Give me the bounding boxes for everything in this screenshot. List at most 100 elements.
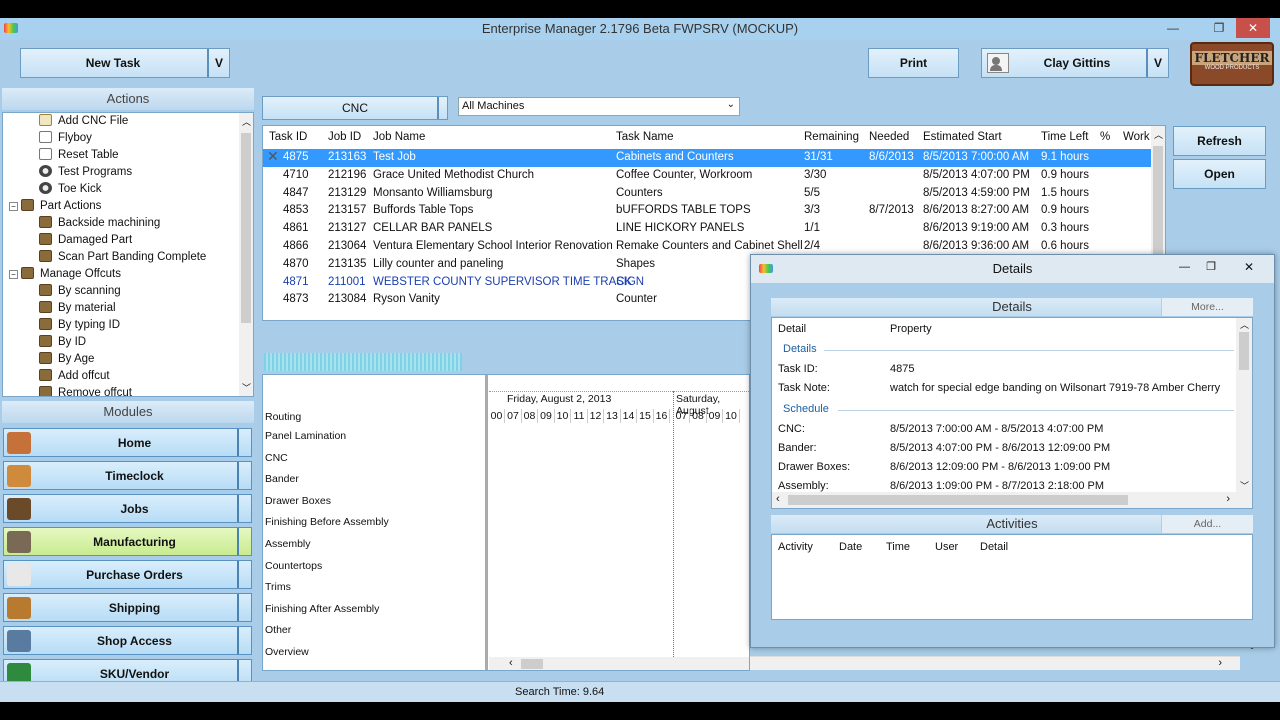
cell-task-name: Counter (616, 293, 657, 306)
refresh-button[interactable]: Refresh (1173, 126, 1266, 156)
module-manufacturing[interactable]: Manufacturing (3, 527, 252, 556)
col-detail-header: Detail (778, 323, 807, 335)
user-dropdown[interactable]: V (1146, 49, 1168, 77)
minimize-button[interactable]: — (1160, 18, 1186, 38)
grid-column-header[interactable]: Needed (869, 131, 909, 143)
gantt-hour: 12 (588, 409, 604, 423)
grid-column-header[interactable]: Job Name (373, 131, 425, 143)
machine-group-button[interactable]: CNC (262, 96, 448, 120)
grid-column-header[interactable]: Remaining (804, 131, 859, 143)
grid-column-header[interactable]: Work (1123, 131, 1150, 143)
gantt-hour: 14 (621, 409, 637, 423)
module-label: Home (117, 436, 152, 450)
table-row[interactable]: 4847 213129 Monsanto Williamsburg Counters 5… (263, 185, 1151, 203)
action-item[interactable]: Reset Table (39, 147, 119, 163)
details-close-button[interactable]: ✕ (1244, 260, 1254, 274)
collapse-icon[interactable]: − (9, 270, 18, 279)
add-activity-button[interactable]: Add... (1161, 515, 1253, 533)
new-task-dropdown[interactable]: V (207, 49, 229, 77)
collapse-icon[interactable]: − (9, 202, 18, 211)
module-purchase-orders[interactable]: Purchase Orders (3, 560, 252, 589)
folder-icon (39, 352, 52, 364)
action-item[interactable]: − Part Actions (9, 198, 101, 214)
action-item-label: Scan Part Banding Complete (58, 251, 207, 263)
action-item[interactable]: Damaged Part (39, 232, 132, 248)
table-row[interactable]: 4875 213163 Test Job Cabinets and Counters 3… (263, 149, 1151, 167)
action-item[interactable]: Scan Part Banding Complete (39, 249, 206, 265)
action-item[interactable]: Toe Kick (39, 181, 101, 197)
grid-column-header[interactable]: % (1100, 131, 1110, 143)
close-button[interactable]: ✕ (1236, 18, 1270, 38)
folder-icon (39, 369, 52, 381)
cell-job-id: 213064 (328, 240, 367, 252)
details-hscrollbar[interactable]: ‹ › (772, 492, 1252, 508)
gantt-divider[interactable] (485, 375, 488, 670)
action-item[interactable]: By typing ID (39, 317, 120, 333)
module-shop-access[interactable]: Shop Access (3, 626, 252, 655)
folder-icon (39, 386, 52, 396)
action-item[interactable]: Test Programs (39, 164, 132, 180)
action-item[interactable]: By material (39, 300, 116, 316)
module-timeclock[interactable]: Timeclock (3, 461, 252, 490)
action-item[interactable]: By ID (39, 334, 86, 350)
activities-title: Activities (986, 516, 1038, 531)
machine-select[interactable]: All Machines ⌄ (458, 97, 740, 116)
folder-icon (21, 199, 34, 211)
table-row[interactable]: 4710 212196 Grace United Methodist Church C… (263, 167, 1151, 185)
folder-icon (21, 267, 34, 279)
folder-icon (39, 335, 52, 347)
grid-column-header[interactable]: Estimated Start (923, 131, 1002, 143)
activity-column-header[interactable]: Time (886, 541, 910, 553)
gantt-hscroll-right[interactable]: › (750, 656, 1240, 670)
cell-remaining: 3/3 (804, 204, 820, 217)
table-row[interactable]: 4861 213127 CELLAR BAR PANELS LINE HICKORY … (263, 220, 1151, 238)
action-item[interactable]: Remove offcut (39, 385, 132, 396)
activity-column-header[interactable]: User (935, 541, 958, 553)
gantt-route-label: Trims (265, 581, 291, 594)
action-item[interactable]: Add offcut (39, 368, 110, 384)
action-item-label: Add offcut (58, 370, 110, 382)
new-task-button[interactable]: New Task V (20, 48, 230, 78)
row-delete-icon[interactable]: ✕ (267, 148, 279, 165)
user-button[interactable]: Clay Gittins V (981, 48, 1169, 78)
cell-task-name: Counters (616, 186, 663, 199)
table-row[interactable]: 4853 213157 Buffords Table Tops bUFFORDS TA… (263, 202, 1151, 220)
gantt-progress-bar (264, 353, 462, 371)
action-item[interactable]: By Age (39, 351, 94, 367)
module-label: Purchase Orders (86, 568, 183, 582)
truck-icon (7, 597, 31, 619)
details-minimize-button[interactable]: — (1179, 261, 1190, 273)
module-label: Shipping (108, 601, 161, 615)
grid-column-header[interactable]: Time Left (1041, 131, 1089, 143)
activity-column-header[interactable]: Activity (778, 541, 813, 553)
cell-job-name: Monsanto Williamsburg (373, 186, 493, 199)
action-item[interactable]: By scanning (39, 283, 121, 299)
action-item[interactable]: Flyboy (39, 130, 92, 146)
grid-column-header[interactable]: Task ID (269, 131, 307, 143)
gantt-hour: 08 (522, 409, 538, 423)
grid-column-header[interactable]: Job ID (328, 131, 361, 143)
action-item[interactable]: Backside machining (39, 215, 160, 231)
gantt-routing-header: Routing (265, 411, 302, 423)
gantt-hscrollbar[interactable]: ‹ (489, 657, 749, 670)
open-button[interactable]: Open (1173, 159, 1266, 189)
action-item-label: Part Actions (40, 200, 102, 212)
more-button[interactable]: More... (1161, 298, 1253, 316)
activity-column-header[interactable]: Detail (980, 541, 1008, 553)
module-jobs[interactable]: Jobs (3, 494, 252, 523)
module-shipping[interactable]: Shipping (3, 593, 252, 622)
actions-scrollbar[interactable]: ︿ ﹀ (239, 113, 253, 396)
action-item[interactable]: − Manage Offcuts (9, 266, 121, 282)
details-vscrollbar[interactable]: ︿ ﹀ (1236, 318, 1252, 492)
action-item[interactable]: Add CNC File (39, 113, 128, 129)
gantt-route-label: Finishing After Assembly (265, 602, 380, 615)
activity-column-header[interactable]: Date (839, 541, 862, 553)
details-restore-button[interactable]: ❐ (1206, 260, 1216, 273)
details-title: Details (992, 261, 1033, 276)
module-label: Timeclock (105, 469, 164, 483)
print-button[interactable]: Print (868, 48, 959, 78)
gantt-hour: 07 (506, 409, 522, 423)
restore-button[interactable]: ❐ (1206, 18, 1232, 38)
grid-column-header[interactable]: Task Name (616, 131, 674, 143)
module-home[interactable]: Home (3, 428, 252, 457)
